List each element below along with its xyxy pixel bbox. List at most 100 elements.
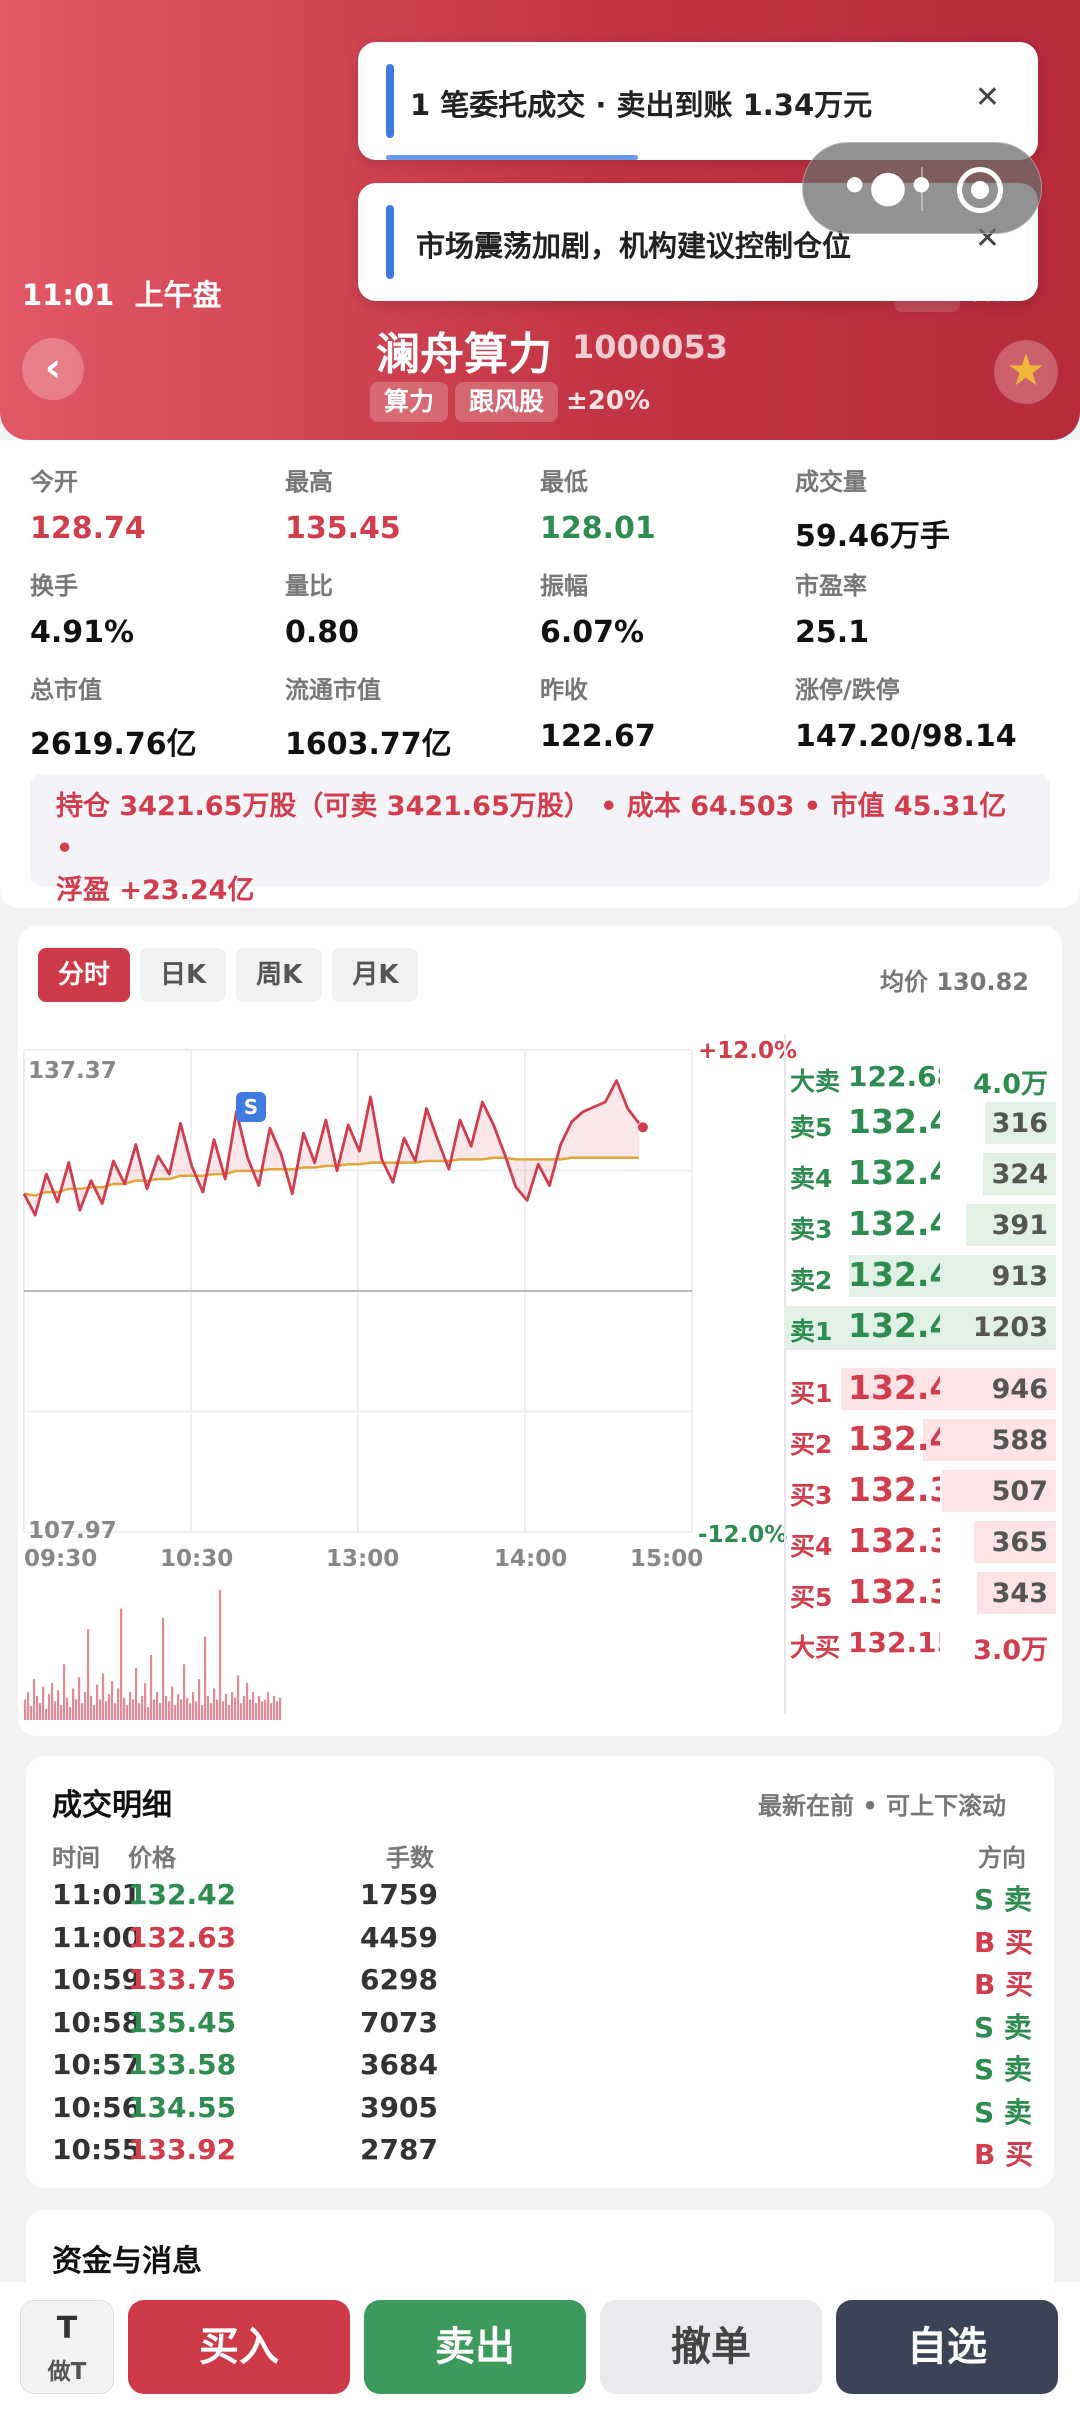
quote-item: 今开 128.74 [30,462,280,546]
trade-price: 133.92 [128,2133,237,2166]
close-icon[interactable]: ✕ [975,80,1000,115]
back-button[interactable]: ‹ [22,338,84,400]
trade-qty: 3684 [360,2048,438,2081]
volume-bar [168,1701,171,1720]
trade-qty: 7073 [360,2005,438,2039]
volume-bar [126,1705,129,1720]
volume-bar [42,1686,45,1720]
pct-bottom-label: -12.0% [698,1522,788,1548]
day-trade-icon: T [56,2311,78,2346]
volume-bar [63,1664,66,1720]
day-trade-button[interactable]: T 做T [20,2300,114,2394]
volume-bar [135,1668,138,1720]
volume-bar [246,1682,249,1720]
volume-bar [111,1681,114,1720]
close-target-icon[interactable] [957,167,1003,213]
orderbook-volume: 946 [991,1374,1048,1405]
quote-label: 成交量 [795,468,867,496]
tab-daily-k[interactable]: 日K [140,948,227,1002]
sell-button[interactable]: 卖出 [364,2300,586,2394]
quote-label: 昨收 [540,676,588,704]
volume-bar [24,1699,27,1720]
trade-row: 10:57 133.58 3684 S 卖 [0,2048,1080,2090]
toast-text: 市场震荡加剧，机构建议控制仓位 [416,229,852,263]
volume-bar [75,1699,78,1720]
volume-bar [162,1617,165,1720]
orderbook-price: 122.68 [848,1060,940,1093]
star-icon: ★ [1006,345,1046,396]
tab-intraday[interactable]: 分时 [38,948,131,1002]
watchlist-button[interactable]: 自选 [836,2300,1058,2394]
quote-value: 0.80 [285,615,360,650]
trade-row: 10:59 133.75 6298 B 买 [0,1963,1080,2005]
orderbook-large-row[interactable]: 大买132.15 3.0万 [784,1620,1056,1666]
orderbook-volume: 343 [991,1578,1048,1609]
orderbook-row[interactable]: 买3 132.39 507 [784,1468,1056,1514]
orderbook-large-row[interactable]: 大卖122.68 4.0万 [784,1054,1056,1100]
volume-bar [138,1703,141,1720]
trades-title: 成交明细 [52,1788,172,1823]
volume-bar [255,1703,258,1720]
quote-label: 最高 [285,468,333,496]
sell-marker[interactable]: S [236,1092,266,1122]
chevron-left-icon: ‹ [44,345,62,391]
volume-bar [258,1695,261,1720]
market-clock: 11:01 上午盘 [22,278,222,312]
tab-weekly-k[interactable]: 周K [236,948,323,1002]
orderbook-row[interactable]: 买2 132.40 588 [784,1417,1056,1463]
miniprogram-capsule: •●• [802,142,1042,234]
orderbook-row[interactable]: 卖2 132.44 913 [784,1253,1056,1299]
volume-bar [147,1707,150,1720]
orderbook-row[interactable]: 卖1 132.43 1203 [784,1304,1056,1350]
volume-bar [102,1673,105,1720]
time-tick: 13:00 [326,1546,400,1572]
trade-price: 133.75 [128,1963,237,1996]
volume-bar [87,1629,90,1720]
y-axis-bottom-label: 107.97 [28,1518,117,1544]
toast-accent-bar [386,205,394,279]
buy-button[interactable]: 买入 [128,2300,350,2394]
trade-qty: 2787 [360,2133,438,2166]
volume-bar [195,1701,198,1720]
volume-bar [99,1699,102,1720]
volume-bar [144,1682,147,1720]
volume-bar [243,1695,246,1720]
toast-text: 1 笔委托成交 · 卖出到账 1.34万元 [410,88,873,122]
orderbook-price: 132.40 [848,1419,940,1458]
quote-value: 147.20/98.14 [795,719,1017,754]
volume-bar [93,1705,96,1720]
quote-label: 流通市值 [285,676,381,704]
orderbook-row[interactable]: 买1 132.42 946 [784,1366,1056,1412]
col-header-price: 价格 [128,1844,176,1872]
trade-qty: 4459 [360,1920,438,1954]
volume-bar [264,1699,267,1720]
orderbook-row[interactable]: 卖4 132.46 324 [784,1151,1056,1197]
col-header-qty: 手数 [386,1844,434,1872]
orderbook-row[interactable]: 卖5 132.47 316 [784,1100,1056,1146]
trade-qty: 6298 [360,1963,438,1996]
volume-bar [123,1697,126,1720]
more-icon[interactable]: •●• [833,161,943,217]
orderbook-row[interactable]: 买5 132.37 343 [784,1570,1056,1616]
trade-price: 132.42 [128,1878,237,1911]
cancel-order-button[interactable]: 撤单 [600,2300,822,2394]
volume-bar [141,1695,144,1720]
quote-item: 市盈率 25.1 [795,566,1045,650]
quote-item: 最高 135.45 [285,462,535,546]
favorite-button[interactable]: ★ [994,340,1058,404]
quote-label: 涨停/跌停 [795,676,900,704]
orderbook-row[interactable]: 买4 132.38 365 [784,1519,1056,1565]
volume-bar [78,1677,81,1720]
last-price-dot [637,1122,648,1133]
orderbook-volume: 1203 [972,1312,1048,1343]
trade-row: 11:01 132.42 1759 S 卖 [0,1878,1080,1920]
quote-value: 128.74 [30,511,146,546]
orderbook-row[interactable]: 卖3 132.45 391 [784,1202,1056,1248]
tab-monthly-k[interactable]: 月K [332,948,419,1002]
trade-direction: B 买 [974,1968,1034,2001]
volume-bar [228,1705,231,1720]
volume-bar [261,1701,264,1720]
quote-item: 成交量 59.46万手 [795,462,1045,555]
quote-value: 59.46万手 [795,519,950,554]
y-axis-top-label: 137.37 [28,1058,117,1084]
